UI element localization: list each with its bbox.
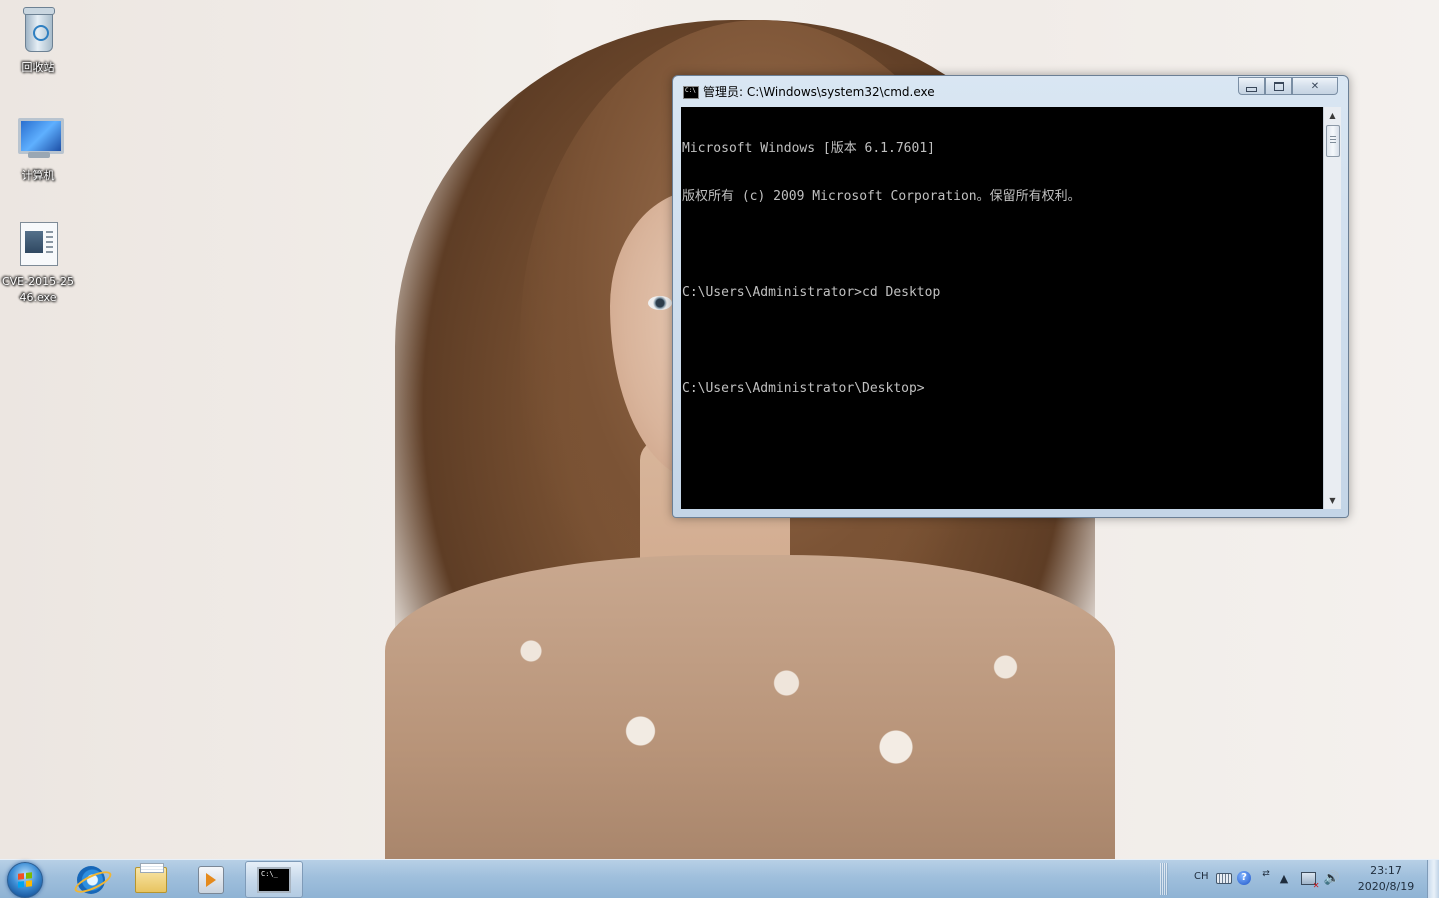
maximize-icon [1273, 81, 1284, 91]
console-output: Microsoft Windows [版本 6.1.7601] 版权所有 (c)… [681, 107, 1323, 429]
wallpaper-lace-top [385, 555, 1115, 859]
desktop-icon-label: 回收站 [21, 61, 55, 74]
desktop-icon-computer[interactable]: 计算机 [0, 114, 76, 184]
minimize-icon [1246, 86, 1257, 92]
show-hidden-icons-icon[interactable]: ▲ [1276, 870, 1292, 886]
windows-logo-icon [18, 872, 32, 888]
system-tray: CH ? ⇄ ▲ 🔊 23:17 2020/8/19 [1160, 860, 1439, 898]
executable-file-icon [14, 220, 62, 268]
taskbar-media-player[interactable] [182, 861, 240, 898]
show-desktop-button[interactable] [1427, 860, 1439, 898]
keyboard-icon[interactable] [1216, 870, 1232, 886]
cmd-app-icon[interactable]: C:\ [683, 86, 699, 99]
cmd-app-icon-text: C:\ [685, 87, 696, 94]
command-prompt-icon-text: C:\_ [261, 869, 278, 878]
console-line: 版权所有 (c) 2009 Microsoft Corporation。保留所有… [682, 189, 1081, 204]
folder-icon [135, 862, 167, 893]
maximize-button[interactable] [1265, 77, 1292, 95]
cmd-window-title: 管理员: C:\Windows\system32\cmd.exe [703, 85, 935, 99]
clock-time: 23:17 [1370, 864, 1402, 877]
cmd-console[interactable]: Microsoft Windows [版本 6.1.7601] 版权所有 (c)… [681, 107, 1323, 509]
recycle-bin-icon [14, 6, 62, 54]
wallpaper-eye [648, 296, 672, 310]
media-player-icon [198, 865, 224, 894]
minimize-button[interactable] [1238, 77, 1265, 95]
console-line: C:\Users\Administrator>cd Desktop [682, 285, 941, 300]
network-icon[interactable] [1300, 870, 1320, 890]
cmd-titlebar[interactable]: C:\ 管理员: C:\Windows\system32\cmd.exe ✕ [673, 76, 1348, 106]
cmd-window[interactable]: C:\ 管理员: C:\Windows\system32\cmd.exe ✕ M… [672, 75, 1349, 518]
scrollbar-thumb[interactable] [1326, 125, 1340, 157]
scroll-up-icon[interactable]: ▲ [1324, 107, 1341, 124]
help-icon[interactable]: ? [1236, 870, 1252, 886]
ime-options-icon[interactable]: ⇄ [1258, 866, 1274, 882]
scroll-down-icon[interactable]: ▼ [1324, 492, 1341, 509]
taskbar: C:\_ CH ? ⇄ ▲ 🔊 23:17 2020/8/19 [0, 859, 1439, 898]
volume-icon[interactable]: 🔊 [1324, 870, 1340, 886]
desktop-icon-label: CVE-2015-2546.exe [1, 275, 75, 304]
console-prompt-line[interactable]: C:\Users\Administrator\Desktop> [682, 381, 1323, 397]
tray-grip [1160, 863, 1168, 895]
taskbar-internet-explorer[interactable] [62, 861, 120, 898]
taskbar-cmd[interactable]: C:\_ [245, 861, 303, 898]
start-button[interactable] [7, 862, 43, 898]
clock-date: 2020/8/19 [1357, 880, 1415, 893]
desktop-icon-cve-exe[interactable]: CVE-2015-2546.exe [0, 220, 76, 306]
clock[interactable]: 23:17 2020/8/19 [1350, 863, 1422, 895]
internet-explorer-icon [77, 865, 105, 894]
console-vertical-scrollbar[interactable]: ▲ ▼ [1323, 107, 1341, 509]
console-line: Microsoft Windows [版本 6.1.7601] [682, 141, 935, 156]
taskbar-windows-explorer[interactable] [122, 861, 180, 898]
close-button[interactable]: ✕ [1292, 77, 1338, 95]
language-indicator[interactable]: CH [1194, 871, 1209, 882]
computer-icon [14, 114, 64, 162]
desktop-icon-recycle-bin[interactable]: 回收站 [0, 6, 76, 76]
close-icon: ✕ [1310, 80, 1320, 92]
desktop-icon-label: 计算机 [21, 169, 55, 182]
command-prompt-icon: C:\_ [257, 866, 291, 893]
